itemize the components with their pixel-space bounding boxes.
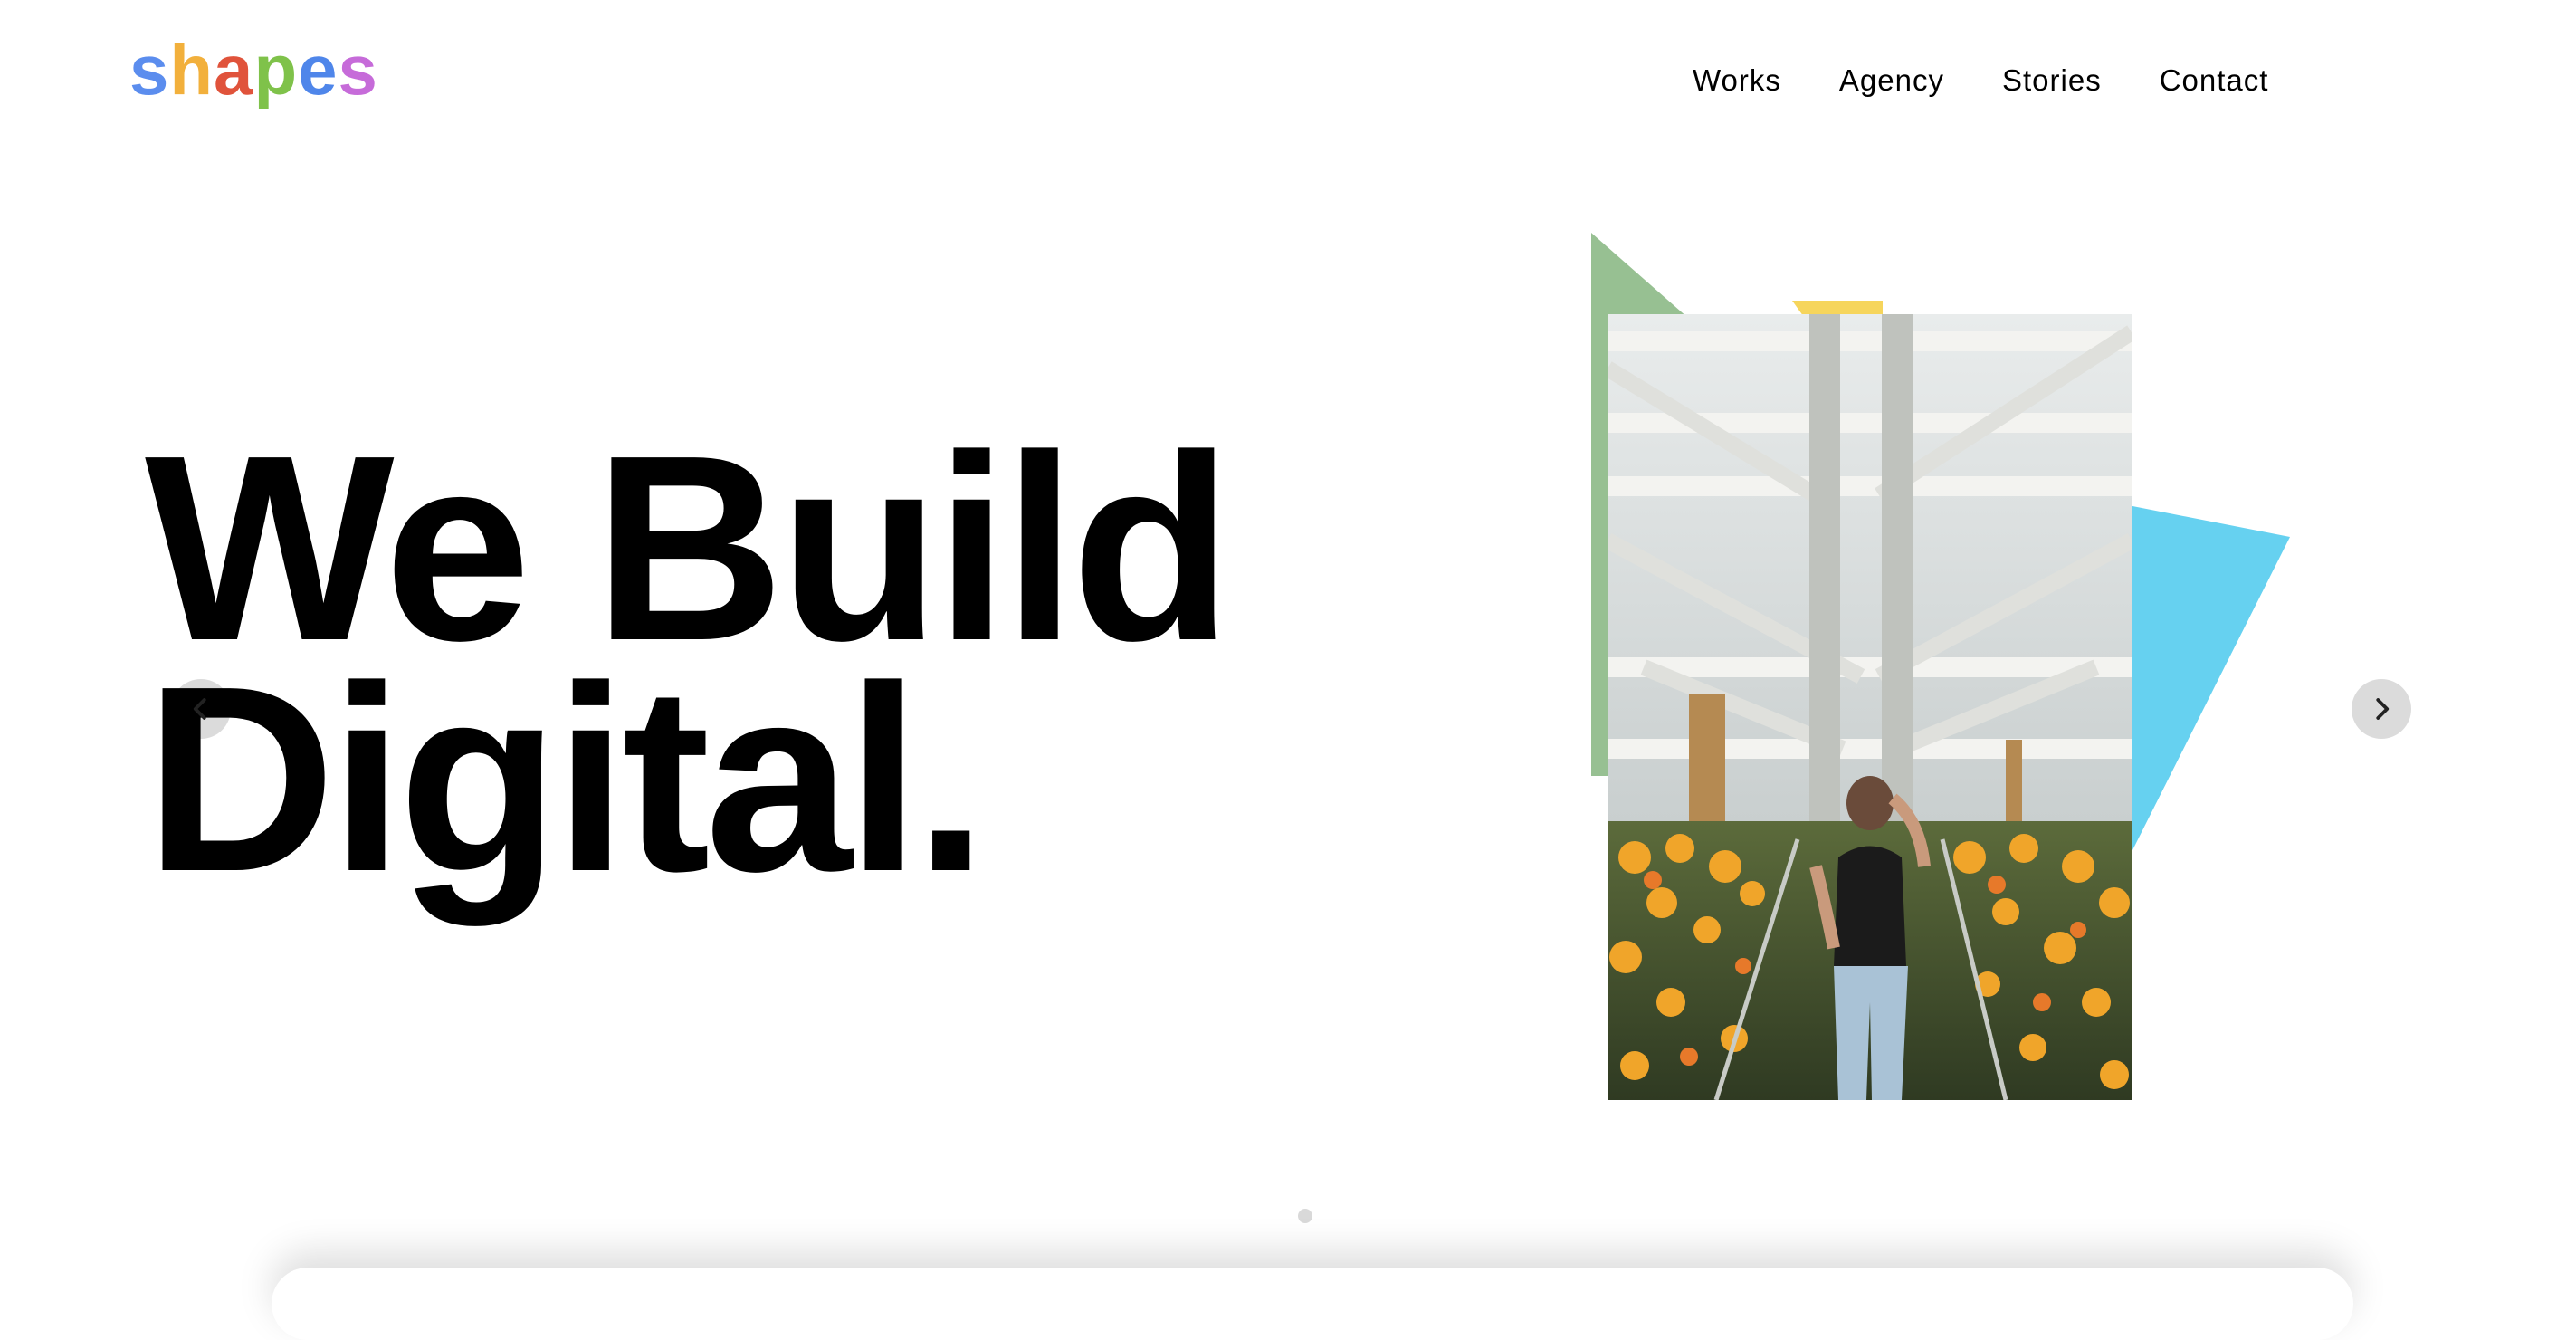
hero-photo: [1608, 314, 2132, 1100]
logo-letter: s: [129, 30, 170, 110]
chevron-right-icon: [2376, 698, 2390, 720]
hero-title: We Build Digital.: [145, 400, 1233, 926]
nav-item-agency[interactable]: Agency: [1839, 65, 1944, 95]
slider-prev-button[interactable]: [171, 679, 231, 739]
chevron-left-icon: [193, 698, 206, 720]
nav-item-works[interactable]: Works: [1693, 65, 1781, 95]
slider-next-button[interactable]: [2352, 679, 2411, 739]
hero-title-line-1: We Build: [145, 400, 1233, 695]
greenhouse-photo: [1608, 314, 2132, 1100]
nav-item-contact[interactable]: Contact: [2160, 65, 2269, 95]
brand-logo[interactable]: shapes: [129, 34, 378, 105]
logo-letter: p: [253, 30, 299, 110]
content-card-edge: [272, 1268, 2353, 1340]
logo-letter: a: [214, 30, 254, 110]
hero-title-line-2: Digital.: [145, 631, 987, 926]
slider-pagination-dot[interactable]: [1298, 1209, 1312, 1223]
logo-letter: e: [298, 30, 339, 110]
main-nav: Works Agency Stories Contact: [1693, 65, 2268, 95]
logo-letter: s: [338, 30, 378, 110]
nav-item-stories[interactable]: Stories: [2002, 65, 2102, 95]
logo-letter: h: [169, 30, 215, 110]
